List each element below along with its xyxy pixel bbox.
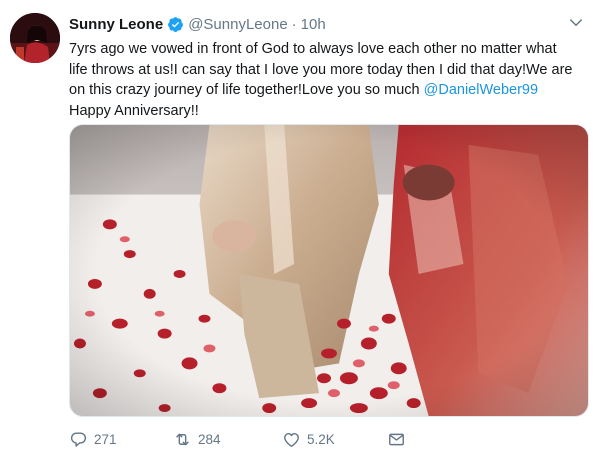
user-handle[interactable]: @SunnyLeone — [188, 16, 287, 33]
timestamp[interactable]: 10h — [301, 16, 326, 33]
tweet-text-line-2: life throws at us!I can say that I love … — [69, 61, 573, 78]
tweet-text-line-3: on this crazy journey of life together!L… — [69, 80, 589, 101]
tweet-text-line-1: 7yrs ago we vowed in front of God to alw… — [69, 41, 557, 57]
like-button[interactable]: 5.2K — [282, 430, 335, 449]
display-name[interactable]: Sunny Leone — [69, 16, 163, 33]
retweet-icon — [176, 433, 189, 445]
reply-count: 271 — [94, 431, 117, 447]
direct-message-button[interactable] — [387, 430, 412, 449]
chevron-down-icon[interactable] — [567, 14, 585, 32]
direct-message-icon — [389, 433, 404, 445]
retweet-count: 284 — [198, 431, 221, 447]
tweet-header: Sunny Leone @SunnyLeone · 10h — [69, 14, 326, 34]
heart-icon — [284, 432, 299, 447]
reply-button[interactable]: 271 — [69, 430, 117, 449]
avatar[interactable] — [10, 13, 60, 63]
tweet-photo[interactable] — [69, 124, 589, 417]
tweet-text-line-4: Happy Anniversary!! — [69, 102, 199, 119]
reply-icon — [70, 431, 87, 447]
retweet-button[interactable]: 284 — [173, 430, 221, 449]
tweet-text: 7yrs ago we vowed in front of God to alw… — [69, 39, 589, 121]
tweet-text-line-3-text: on this crazy journey of life together!L… — [69, 82, 424, 98]
tweet-actions: 271 284 5.2K — [69, 428, 589, 450]
tweet-card: Sunny Leone @SunnyLeone · 10h 7yrs ago w… — [0, 0, 597, 457]
like-count: 5.2K — [307, 431, 335, 447]
separator-dot: · — [291, 15, 297, 33]
mention-link[interactable]: @DanielWeber99 — [424, 82, 538, 98]
verified-badge-icon — [167, 16, 184, 33]
